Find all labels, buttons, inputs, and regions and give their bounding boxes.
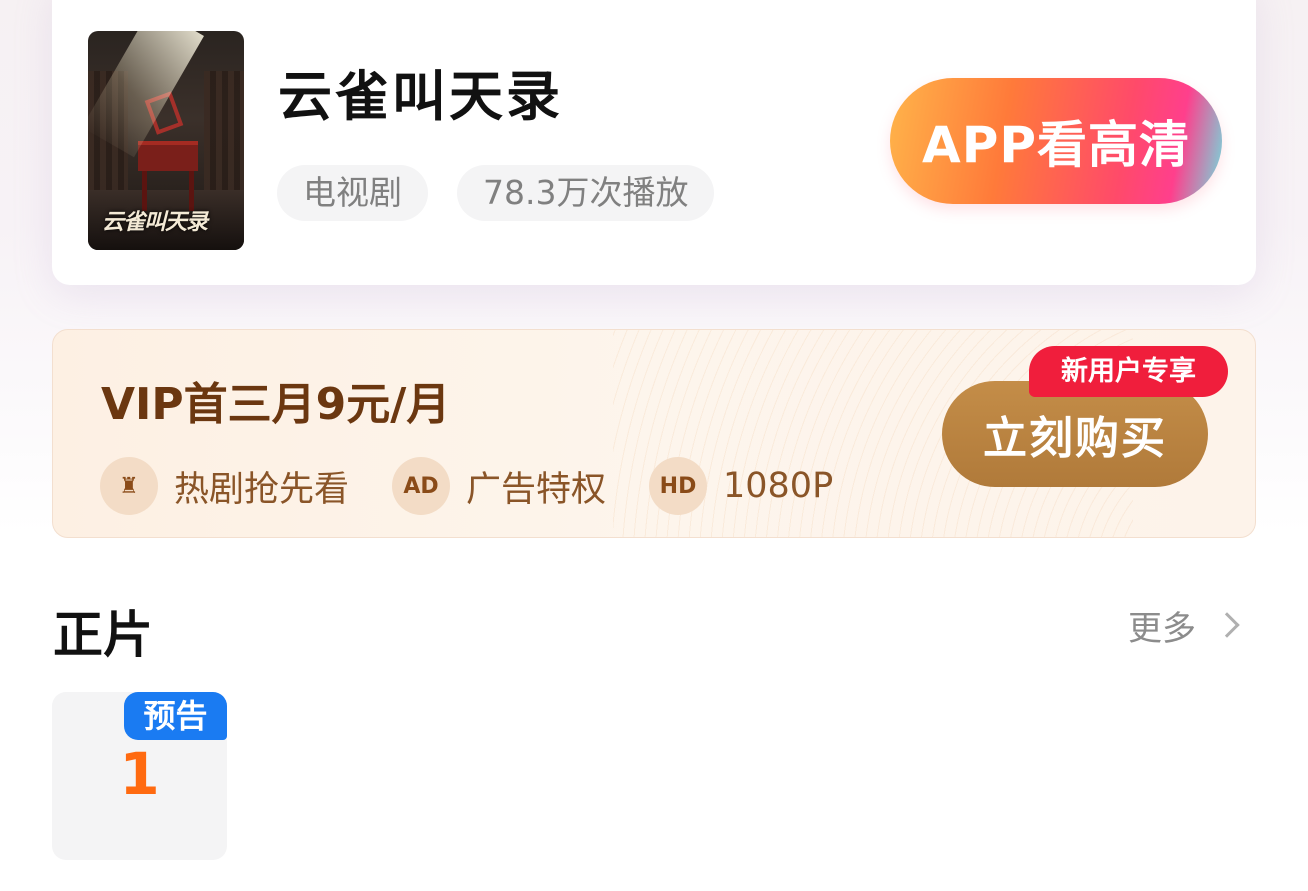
sofa-icon: ♜ [100, 457, 158, 515]
tag-type: 电视剧 [277, 165, 428, 221]
tag-play-count: 78.3万次播放 [457, 165, 715, 221]
poster-table [138, 141, 198, 171]
perk-1080p: HD 1080P [649, 455, 833, 517]
more-link[interactable]: 更多 [1128, 600, 1244, 650]
perk-early-access: ♜ 热剧抢先看 [100, 455, 349, 517]
perk-label: 广告特权 [466, 469, 607, 510]
new-user-badge: 新用户专享 [1029, 346, 1228, 397]
section-title-episodes: 正片 [53, 606, 153, 664]
perk-ad-free: AD 广告特权 [392, 455, 606, 517]
poster-light-beam [88, 31, 204, 158]
trailer-badge: 预告 [124, 692, 227, 740]
show-poster[interactable]: 云雀叫天录 [88, 31, 244, 250]
hd-icon: HD [649, 457, 707, 515]
chevron-right-icon [1214, 612, 1240, 638]
poster-title: 云雀叫天录 [102, 209, 208, 235]
episode-number: 1 [119, 740, 160, 808]
ad-icon: AD [392, 457, 450, 515]
show-title: 云雀叫天录 [278, 65, 563, 128]
more-label: 更多 [1128, 608, 1196, 649]
app-hd-button[interactable]: APP看高清 [890, 78, 1222, 204]
vip-offer-title: VIP首三月9元/月 [101, 379, 451, 430]
perk-label: 1080P [723, 466, 834, 506]
perk-label: 热剧抢先看 [174, 469, 350, 510]
